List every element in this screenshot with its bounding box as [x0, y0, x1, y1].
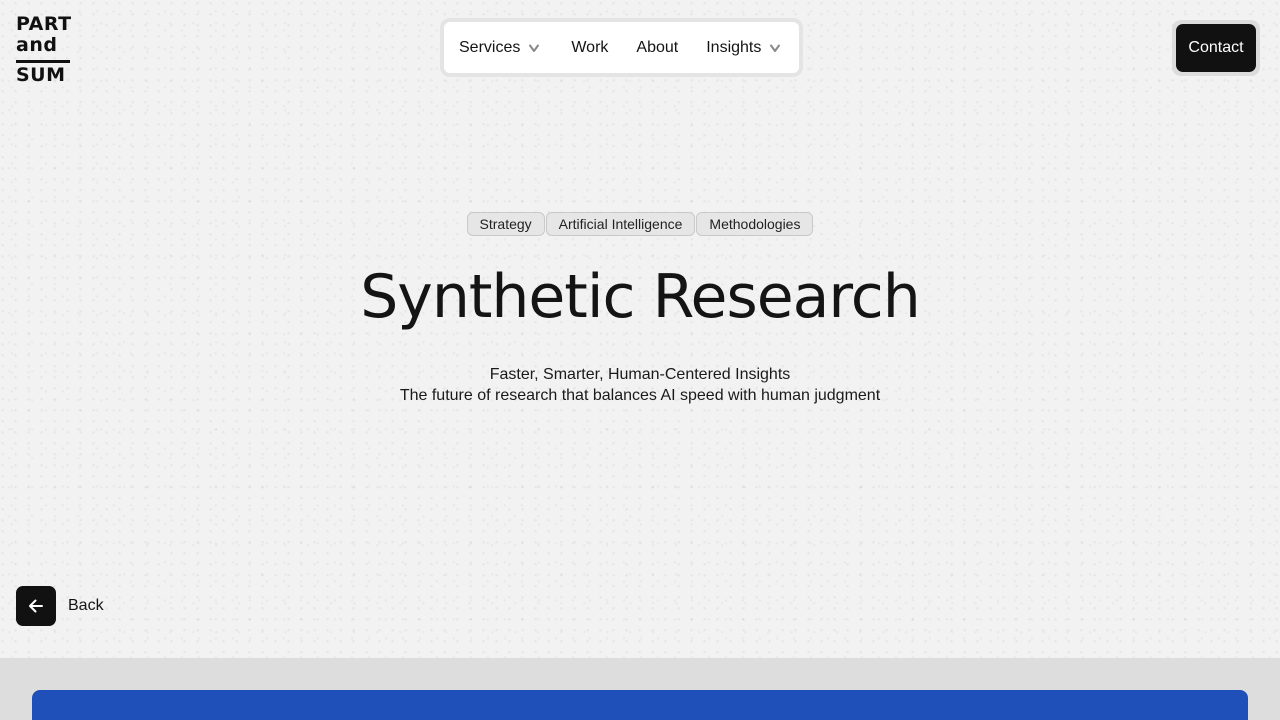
chevron-down-icon: [770, 44, 781, 52]
contact-button-frame: Contact: [1172, 20, 1260, 76]
back-label: Back: [68, 597, 104, 614]
logo-text-part: PART: [16, 13, 72, 35]
tag-artificial-intelligence[interactable]: Artificial Intelligence: [545, 212, 696, 236]
contact-button[interactable]: Contact: [1176, 24, 1256, 72]
page-title: Synthetic Research: [360, 262, 921, 332]
hero-media-panel: [32, 690, 1248, 720]
back-button[interactable]: [16, 586, 56, 626]
nav-item-insights[interactable]: Insights: [706, 39, 781, 57]
logo-text-and: and: [16, 34, 58, 56]
main-nav: Services Work About Insights: [440, 18, 803, 77]
subtitle-line-1: Faster, Smarter, Human-Centered Insights: [489, 366, 791, 383]
nav-item-label: About: [636, 38, 679, 56]
nav-item-services[interactable]: Services: [459, 39, 540, 57]
back-link[interactable]: Back: [16, 586, 104, 626]
chevron-down-icon: [529, 44, 540, 52]
nav-item-label: Work: [571, 38, 609, 56]
tag-methodologies[interactable]: Methodologies: [696, 212, 814, 236]
nav-item-work[interactable]: Work: [571, 39, 608, 57]
nav-item-label: Insights: [706, 38, 762, 56]
logo-text-sum: SUM: [16, 64, 66, 86]
subtitle-line-2: The future of research that balances AI …: [399, 387, 881, 404]
nav-item-about[interactable]: About: [636, 39, 678, 57]
tag-strategy[interactable]: Strategy: [466, 212, 545, 236]
site-logo[interactable]: PART and SUM: [16, 14, 72, 86]
nav-item-label: Services: [459, 38, 521, 56]
page-subtitle: Faster, Smarter, Human-Centered Insights…: [0, 364, 1280, 406]
logo-rule: [16, 60, 70, 63]
arrow-left-icon: [29, 599, 43, 613]
tag-list: Strategy Artificial Intelligence Methodo…: [0, 212, 1280, 236]
